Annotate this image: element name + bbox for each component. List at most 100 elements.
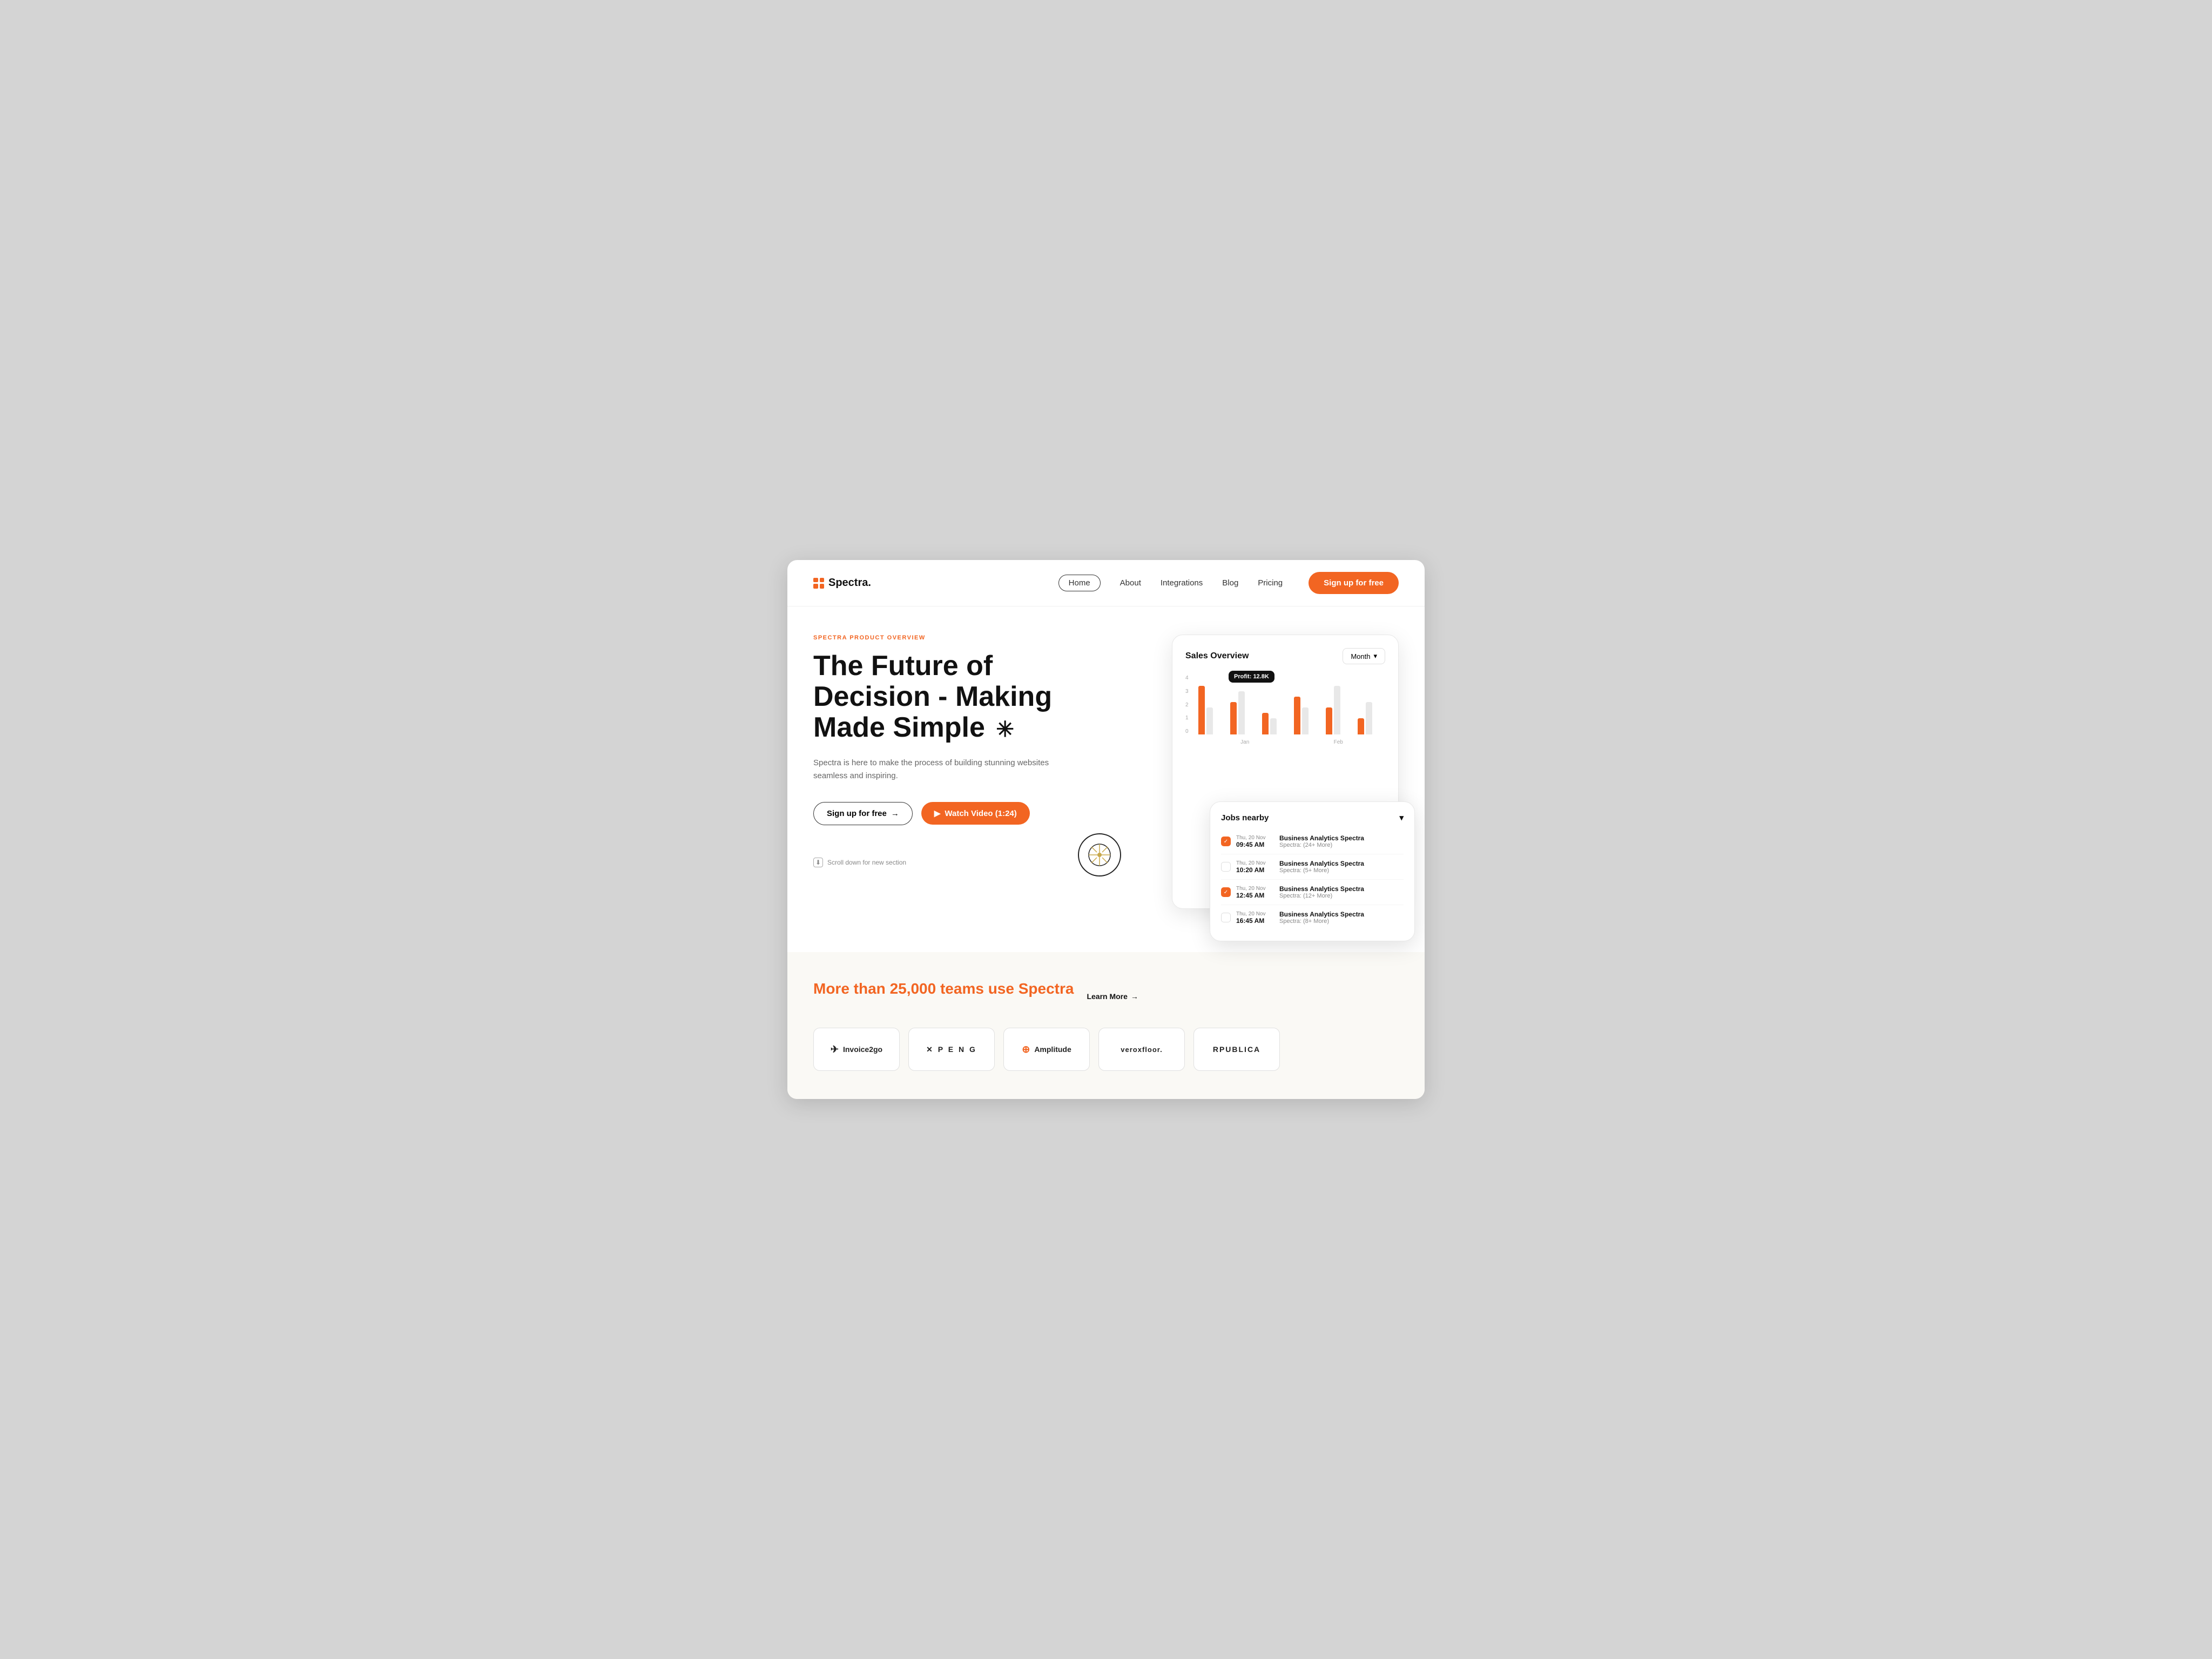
nav-item-about[interactable]: About — [1120, 578, 1141, 588]
scroll-icon: ⬇ — [813, 858, 823, 867]
logo-badge-amplitude: ⊕ Amplitude — [1003, 1028, 1090, 1071]
social-title-after: teams use Spectra — [940, 980, 1074, 997]
browser-window: Spectra. Home About Integrations Blog Pr… — [787, 560, 1425, 1099]
nav-item-integrations[interactable]: Integrations — [1161, 578, 1203, 588]
job-subtitle-4: Spectra: (8+ More) — [1279, 918, 1404, 925]
brand-name: Spectra. — [828, 577, 871, 589]
job-date-4: Thu, 20 Nov — [1236, 911, 1274, 917]
job-time-col-4: Thu, 20 Nov 16:45 AM — [1236, 911, 1274, 925]
job-time-3: 12:45 AM — [1236, 892, 1274, 899]
social-title: More than 25,000 teams use Spectra — [813, 980, 1074, 997]
job-subtitle-1: Spectra: (24+ More) — [1279, 842, 1404, 848]
bar-gray — [1270, 718, 1277, 734]
jobs-dropdown-icon: ▾ — [1399, 813, 1404, 822]
job-info-4: Business Analytics Spectra Spectra: (8+ … — [1279, 911, 1404, 925]
nav-links: Home About Integrations Blog Pricing — [1058, 578, 1283, 588]
navbar: Spectra. Home About Integrations Blog Pr… — [787, 560, 1425, 606]
hero-tag: SPECTRA PRODUCT OVERVIEW — [813, 635, 1083, 641]
job-checkbox-4[interactable] — [1221, 913, 1231, 922]
social-proof-section: More than 25,000 teams use Spectra Learn… — [787, 952, 1425, 1099]
job-subtitle-3: Spectra: (12+ More) — [1279, 893, 1404, 899]
nav-item-home[interactable]: Home — [1058, 578, 1101, 588]
job-title-3: Business Analytics Spectra — [1279, 885, 1404, 893]
jobs-header: Jobs nearby ▾ — [1221, 813, 1404, 822]
job-time-2: 10:20 AM — [1236, 866, 1274, 874]
bar-gray — [1302, 707, 1309, 734]
social-proof-header: More than 25,000 teams use Spectra Learn… — [813, 980, 1399, 1013]
bar-group-3 — [1262, 713, 1290, 734]
job-info-1: Business Analytics Spectra Spectra: (24+… — [1279, 834, 1404, 848]
nav-signup-button[interactable]: Sign up for free — [1309, 572, 1399, 594]
job-title-4: Business Analytics Spectra — [1279, 911, 1404, 918]
scroll-hint: ⬇ Scroll down for new section — [813, 858, 1083, 867]
nav-item-blog[interactable]: Blog — [1222, 578, 1238, 588]
logo[interactable]: Spectra. — [813, 577, 871, 589]
watch-video-button[interactable]: ▶ Watch Video (1:24) — [921, 802, 1030, 825]
bar-orange — [1326, 707, 1332, 734]
job-checkbox-2[interactable] — [1221, 862, 1231, 872]
chart-x-labels: JanFeb — [1198, 739, 1385, 745]
logo-icon — [813, 578, 824, 589]
wheel-svg — [1088, 843, 1111, 867]
chart-y-labels: 43210 — [1185, 675, 1193, 734]
nav-item-pricing[interactable]: Pricing — [1258, 578, 1283, 588]
job-time-col-2: Thu, 20 Nov 10:20 AM — [1236, 860, 1274, 874]
job-item-4: Thu, 20 Nov 16:45 AM Business Analytics … — [1221, 905, 1404, 930]
bar-gray — [1366, 702, 1372, 734]
job-info-3: Business Analytics Spectra Spectra: (12+… — [1279, 885, 1404, 899]
job-checkbox-1[interactable]: ✓ — [1221, 837, 1231, 846]
hero-title-line3: Made Simple — [813, 712, 985, 743]
bar-group-4 — [1294, 697, 1321, 734]
bar-orange — [1294, 697, 1300, 734]
hero-title: The Future of Decision - Making Made Sim… — [813, 651, 1083, 744]
bar-group-2 — [1230, 691, 1258, 734]
job-time-4: 16:45 AM — [1236, 917, 1274, 925]
arrow-right-icon: → — [1131, 992, 1138, 1001]
logo-badge-veroxfloor: veroxfloor. — [1098, 1028, 1185, 1071]
chart-bars — [1198, 675, 1385, 734]
job-info-2: Business Analytics Spectra Spectra: (5+ … — [1279, 860, 1404, 874]
hero-left: SPECTRA PRODUCT OVERVIEW The Future of D… — [813, 635, 1083, 909]
invoice2go-icon: ✈ — [831, 1044, 839, 1055]
learn-more-link[interactable]: Learn More → — [1087, 992, 1138, 1001]
social-title-highlight: 25,000 — [890, 980, 936, 997]
scroll-text: Scroll down for new section — [827, 859, 906, 866]
dashboard-title: Sales Overview — [1185, 651, 1249, 661]
job-time-col-3: Thu, 20 Nov 12:45 AM — [1236, 886, 1274, 899]
hero-title-line2: Decision - Making — [813, 681, 1052, 712]
job-time-col-1: Thu, 20 Nov 09:45 AM — [1236, 835, 1274, 848]
bar-orange — [1230, 702, 1237, 734]
bar-group-6 — [1358, 702, 1385, 734]
hero-right: Sales Overview Month ▾ Profit: 12.8K 432… — [1083, 635, 1399, 909]
signup-button[interactable]: Sign up for free → — [813, 802, 913, 825]
job-time-1: 09:45 AM — [1236, 841, 1274, 848]
play-icon: ▶ — [934, 808, 941, 818]
job-date-3: Thu, 20 Nov — [1236, 886, 1274, 892]
star-icon: ✳ — [996, 718, 1014, 741]
jobs-nearby-card: Jobs nearby ▾ ✓ Thu, 20 Nov 09:45 AM Bus… — [1210, 801, 1415, 941]
logo-badge-invoice2go: ✈ Invoice2go — [813, 1028, 900, 1071]
hero-buttons: Sign up for free → ▶ Watch Video (1:24) — [813, 802, 1083, 825]
job-subtitle-2: Spectra: (5+ More) — [1279, 867, 1404, 874]
logo-badge-peng: ✕ P E N G — [908, 1028, 995, 1071]
bar-gray — [1238, 691, 1245, 734]
job-item-3: ✓ Thu, 20 Nov 12:45 AM Business Analytic… — [1221, 880, 1404, 905]
bar-gray — [1206, 707, 1213, 734]
arrow-right-icon: → — [891, 809, 899, 818]
bar-orange — [1262, 713, 1269, 734]
jobs-title: Jobs nearby — [1221, 813, 1269, 822]
wheel-icon — [1078, 833, 1121, 876]
month-selector[interactable]: Month ▾ — [1343, 648, 1385, 664]
hero-title-line1: The Future of — [813, 650, 993, 682]
logo-badge-rpublica: RPUBLICA — [1193, 1028, 1280, 1071]
dashboard-header: Sales Overview Month ▾ — [1185, 648, 1385, 664]
amplitude-icon: ⊕ — [1022, 1044, 1030, 1055]
bar-orange — [1358, 718, 1364, 734]
job-title-1: Business Analytics Spectra — [1279, 834, 1404, 842]
job-checkbox-3[interactable]: ✓ — [1221, 887, 1231, 897]
job-date-2: Thu, 20 Nov — [1236, 860, 1274, 866]
bar-group-5 — [1326, 686, 1353, 734]
chevron-down-icon: ▾ — [1373, 652, 1377, 660]
job-item-1: ✓ Thu, 20 Nov 09:45 AM Business Analytic… — [1221, 829, 1404, 854]
hero-section: SPECTRA PRODUCT OVERVIEW The Future of D… — [787, 606, 1425, 909]
